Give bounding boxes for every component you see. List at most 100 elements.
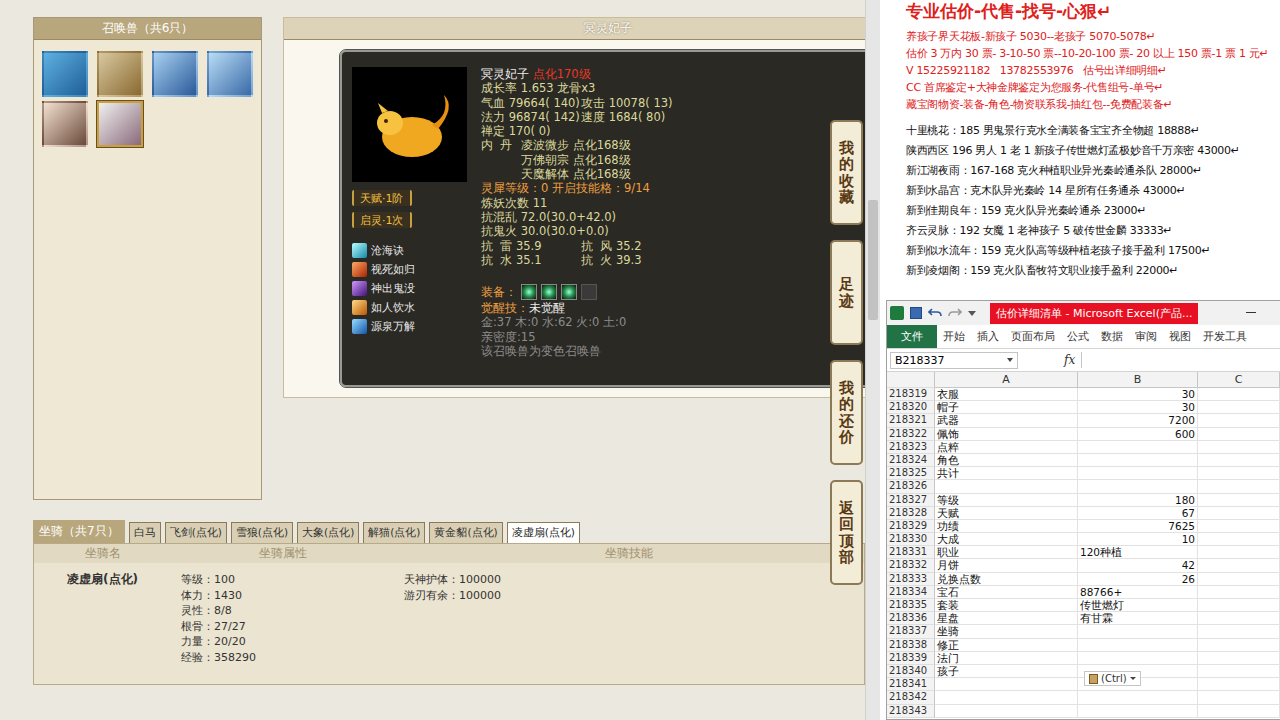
cell[interactable]: 42 [1078,559,1198,572]
row-number[interactable]: 218330 [887,533,935,546]
side-button[interactable]: 足迹 [830,240,863,345]
cell[interactable]: 等级 [935,494,1078,507]
row-number[interactable]: 218321 [887,414,935,427]
row-number[interactable]: 218335 [887,599,935,612]
cell[interactable] [1198,428,1280,441]
pet-thumbnail[interactable] [97,101,143,147]
cell[interactable] [1198,639,1280,652]
row-number[interactable]: 218328 [887,507,935,520]
row-number[interactable]: 218329 [887,520,935,533]
cell[interactable]: 衣服 [935,388,1078,401]
side-button[interactable]: 我的还价 [830,360,863,465]
customize-icon[interactable] [968,311,976,316]
save-icon[interactable] [910,307,922,319]
row-number[interactable]: 218319 [887,388,935,401]
row-number[interactable]: 218341 [887,678,935,691]
pet-thumbnail[interactable] [207,51,253,97]
row-number[interactable]: 218331 [887,546,935,559]
cell[interactable]: 有甘霖 [1078,612,1198,625]
mount-tab[interactable]: 大象(点化) [297,522,359,543]
paste-options[interactable]: (Ctrl) [1084,671,1141,686]
formula-input[interactable] [1081,352,1280,368]
cell[interactable]: 600 [1078,428,1198,441]
row-number[interactable]: 218343 [887,705,935,718]
cell[interactable]: 佩饰 [935,428,1078,441]
mount-tab[interactable]: 解猫(点化) [363,522,425,543]
redo-icon[interactable] [948,307,962,319]
cell[interactable]: 10 [1078,533,1198,546]
row-number[interactable]: 218323 [887,441,935,454]
pet-thumbnail[interactable] [42,51,88,97]
cell[interactable] [1198,401,1280,414]
cell[interactable]: 星盘 [935,612,1078,625]
cell[interactable] [1198,454,1280,467]
equipment-slot-icon[interactable] [581,284,597,300]
cell[interactable] [1198,612,1280,625]
skill-item[interactable]: 神出鬼没 [352,280,475,296]
cell[interactable] [1078,480,1198,493]
ribbon-tab[interactable]: 文件 [887,325,937,348]
undo-icon[interactable] [928,307,942,319]
cell[interactable] [1198,665,1280,678]
row-number[interactable]: 218320 [887,401,935,414]
cell[interactable]: 坐骑 [935,625,1078,638]
pet-thumbnail[interactable] [152,51,198,97]
cell[interactable] [935,678,1078,691]
mount-tab[interactable]: 凌虚扇(点化) [507,522,580,543]
cell[interactable]: 传世燃灯 [1078,599,1198,612]
cell[interactable] [1198,599,1280,612]
cell[interactable] [1198,507,1280,520]
cell[interactable] [1198,559,1280,572]
cell[interactable]: 共计 [935,467,1078,480]
ribbon-tab[interactable]: 视图 [1163,325,1197,348]
cell[interactable] [1078,441,1198,454]
cell[interactable] [935,705,1078,718]
row-number[interactable]: 218337 [887,625,935,638]
cell[interactable]: 30 [1078,388,1198,401]
skill-item[interactable]: 如人饮水 [352,299,475,315]
row-number[interactable]: 218332 [887,559,935,572]
cell[interactable]: 180 [1078,494,1198,507]
ribbon-tab[interactable]: 公式 [1061,325,1095,348]
skill-item[interactable]: 视死如归 [352,261,475,277]
row-number[interactable]: 218326 [887,480,935,493]
cell[interactable] [1198,625,1280,638]
cell[interactable] [1078,625,1198,638]
side-button[interactable]: 我的收藏 [830,120,863,225]
select-all[interactable] [887,372,935,388]
cell[interactable]: 宝石 [935,586,1078,599]
cell[interactable]: 孩子 [935,665,1078,678]
cell[interactable]: 月饼 [935,559,1078,572]
ribbon-tab[interactable]: 插入 [971,325,1005,348]
cell[interactable]: 点粹 [935,441,1078,454]
cell[interactable] [1198,441,1280,454]
row-number[interactable]: 218340 [887,665,935,678]
ribbon-tab[interactable]: 开发工具 [1197,325,1253,348]
cell[interactable]: 功绩 [935,520,1078,533]
cell[interactable] [1198,480,1280,493]
scrollbar-thumb[interactable] [868,200,878,320]
cell[interactable] [1198,546,1280,559]
ribbon-tab[interactable]: 审阅 [1129,325,1163,348]
cell[interactable] [1198,652,1280,665]
equipment-slot-icon[interactable] [541,284,557,300]
cell[interactable] [1198,705,1280,718]
equipment-slot-icon[interactable] [561,284,577,300]
row-number[interactable]: 218322 [887,428,935,441]
cell[interactable] [1078,705,1198,718]
mount-tab[interactable]: 飞剑(点化) [165,522,227,543]
mount-tab[interactable]: 雪狼(点化) [231,522,293,543]
cell[interactable] [1198,586,1280,599]
scrollbar[interactable] [865,0,880,720]
dropdown-icon[interactable] [1007,358,1013,362]
cell[interactable] [935,480,1078,493]
cell[interactable] [1078,691,1198,704]
equipment-slot-icon[interactable] [521,284,537,300]
cell[interactable]: 30 [1078,401,1198,414]
cell[interactable] [1198,691,1280,704]
cell[interactable]: 兑换点数 [935,573,1078,586]
row-number[interactable]: 218338 [887,639,935,652]
mount-tab[interactable]: 白马 [129,522,161,543]
cell[interactable]: 7625 [1078,520,1198,533]
cell[interactable]: 法门 [935,652,1078,665]
